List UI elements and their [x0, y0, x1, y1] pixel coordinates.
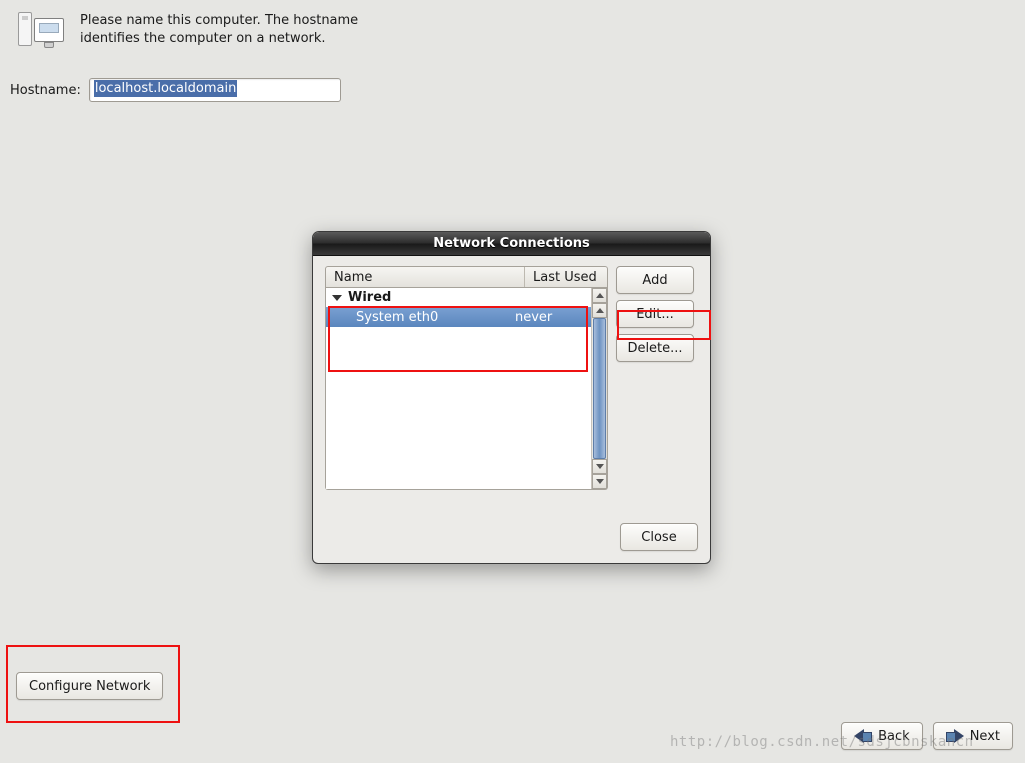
back-label: Back	[878, 729, 910, 744]
connection-item-eth0[interactable]: System eth0 never	[326, 307, 591, 327]
edit-button[interactable]: Edit...	[616, 300, 694, 328]
scroll-thumb[interactable]	[593, 318, 606, 459]
next-label: Next	[970, 729, 1000, 744]
delete-button[interactable]: Delete...	[616, 334, 694, 362]
computer-icon	[18, 12, 66, 54]
header-instructions: Please name this computer. The hostname …	[80, 12, 360, 47]
group-label: Wired	[348, 290, 391, 305]
arrow-right-icon	[946, 729, 964, 743]
dialog-title[interactable]: Network Connections	[313, 232, 710, 256]
list-body[interactable]: Wired System eth0 never	[326, 288, 591, 489]
configure-network-button[interactable]: Configure Network	[16, 672, 163, 700]
close-button[interactable]: Close	[620, 523, 698, 551]
group-wired[interactable]: Wired	[326, 288, 591, 307]
network-connections-dialog: Network Connections Name Last Used Wired…	[312, 231, 711, 564]
item-name: System eth0	[356, 310, 515, 325]
column-last-used[interactable]: Last Used	[525, 267, 607, 287]
add-button[interactable]: Add	[616, 266, 694, 294]
list-scrollbar[interactable]	[591, 288, 607, 489]
list-headers: Name Last Used	[325, 266, 608, 288]
scroll-up-button-2[interactable]	[592, 303, 607, 318]
dialog-button-stack: Add Edit... Delete...	[616, 266, 696, 362]
header: Please name this computer. The hostname …	[0, 0, 1025, 60]
item-last-used: never	[515, 310, 585, 325]
hostname-value: localhost.localdomain	[94, 80, 237, 97]
hostname-row: Hostname: localhost.localdomain	[0, 60, 1025, 102]
hostname-label: Hostname:	[10, 83, 81, 98]
column-name[interactable]: Name	[326, 267, 525, 287]
scroll-up-button[interactable]	[592, 288, 607, 303]
scroll-down-button-2[interactable]	[592, 474, 607, 489]
chevron-down-icon	[332, 295, 342, 301]
nav-buttons: Back Next	[841, 722, 1013, 750]
arrow-left-icon	[854, 729, 872, 743]
hostname-input[interactable]: localhost.localdomain	[89, 78, 341, 102]
next-button[interactable]: Next	[933, 722, 1013, 750]
connection-list: Name Last Used Wired System eth0 never	[325, 266, 608, 490]
scroll-down-button[interactable]	[592, 459, 607, 474]
back-button[interactable]: Back	[841, 722, 923, 750]
